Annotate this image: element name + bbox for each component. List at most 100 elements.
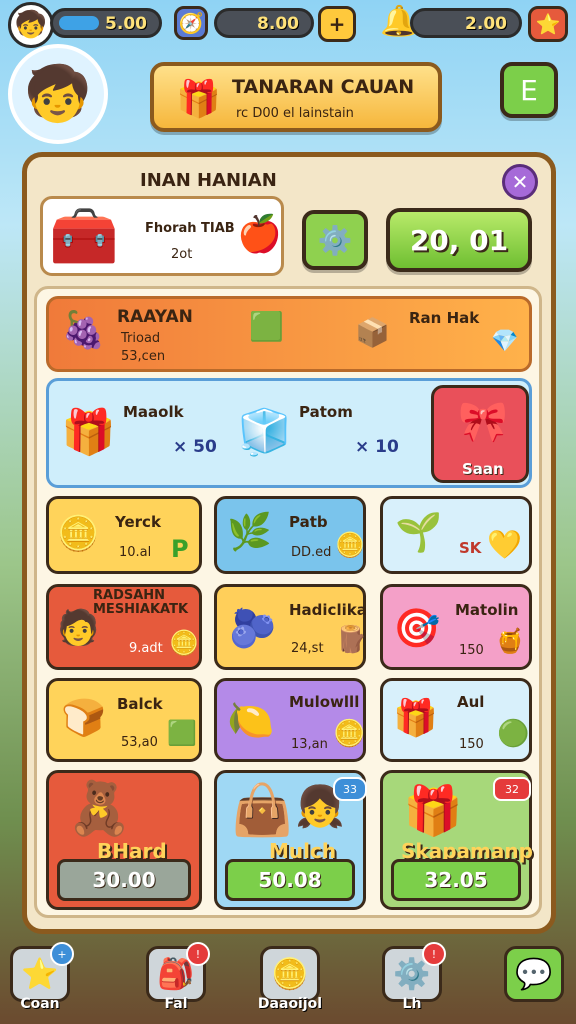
grid-1-label: Yerck xyxy=(115,513,161,531)
bread-icon: 🍞 xyxy=(61,698,106,739)
top-bar: 🧒 5.00 🧭 8.00 + 🔔 2.00 ⭐ xyxy=(0,0,576,48)
row2-item2-label: Patom xyxy=(299,403,353,421)
add-resource-button[interactable]: + xyxy=(318,6,356,42)
nav-coin-button[interactable]: 🪙 xyxy=(260,946,320,1002)
grid-cell-4[interactable]: 🧑 RADSAHN MESHIAKATK 9.adt 🪙 xyxy=(46,584,202,670)
grid-6-label: Matolin xyxy=(455,601,519,619)
grid-8-label: Mulowlll xyxy=(289,693,360,711)
treasure-chest-icon: 🧰 xyxy=(49,204,119,269)
map-icon[interactable]: 🧭 xyxy=(174,6,208,40)
leaf-box-icon: 🌿 xyxy=(227,512,272,553)
grid-6-value: 150 xyxy=(459,643,484,658)
gold-coin-icon: 🪙 xyxy=(335,531,365,559)
grid-1-extra: P xyxy=(171,535,189,563)
grid-cell-8[interactable]: 🍋 Mulowlll 13,an 🪙 xyxy=(214,678,366,762)
grid-cell-2[interactable]: 🌿 Patb DD.ed 🪙 xyxy=(214,496,366,574)
grid-cell-1[interactable]: 🪙 Yerck 10.al P xyxy=(46,496,202,574)
lime-coin-icon: 🟢 xyxy=(497,719,530,749)
shop-1-price-button[interactable]: 30.00 xyxy=(57,859,191,901)
token-coin-icon: 🪙 xyxy=(333,719,366,749)
row1-title: RAAYAN xyxy=(117,307,193,327)
grid-cell-9[interactable]: 🎁 Aul 150 🟢 xyxy=(380,678,532,762)
blue-orb-icon: 🫐 xyxy=(229,606,277,650)
resource-bar-2: 8.00 xyxy=(214,8,314,38)
gift-box-icon: 🎁 xyxy=(393,698,438,739)
row1-sub1: Trioad xyxy=(121,331,161,346)
coin-icon: 🪙 xyxy=(57,514,100,554)
nav-4-label: Lh xyxy=(402,996,422,1012)
row-banner-2: 🎁 Maaolk × 50 🧊 Patom × 10 🎀 Saan xyxy=(46,378,532,488)
menu-button[interactable]: E xyxy=(500,62,558,118)
row2-action-label: Saan xyxy=(462,460,504,478)
row-banner-1[interactable]: 🍇 RAAYAN Trioad 53,cen 🟩 📦 Ran Hak 💎 xyxy=(46,296,532,372)
row1-right-label: Ran Hak xyxy=(409,309,480,327)
settings-gear-button[interactable]: ⚙️ xyxy=(302,210,368,270)
diamond-icon: 💎 xyxy=(491,329,519,354)
nav-3-label: Daaoijol xyxy=(257,996,323,1012)
nav-gear-badge: ! xyxy=(422,942,446,966)
grid-4-label: RADSAHN MESHIAKATK xyxy=(93,588,189,618)
shop-3-price-button[interactable]: 32.05 xyxy=(391,859,521,901)
grid-7-label: Balck xyxy=(117,695,163,713)
grid-8-value: 13,an xyxy=(291,737,328,752)
row2-item1-label: Maaolk xyxy=(123,403,184,421)
present-icon: 🎁 xyxy=(403,783,463,839)
grid-5-value: 24,st xyxy=(291,641,324,656)
row1-sub2: 53,cen xyxy=(121,349,166,364)
bag-icon: 👜 xyxy=(231,781,294,839)
shop-2-price-button[interactable]: 50.08 xyxy=(225,859,355,901)
sprout-icon: 🌱 xyxy=(395,510,443,554)
grid-4-value: 9.adt xyxy=(129,641,163,656)
crate-icon: 🎁 xyxy=(61,407,116,458)
row2-item1-value: × 50 xyxy=(173,437,217,457)
info-card: 🧰 Fhorah TIAB 2ot 🍎 xyxy=(40,196,284,276)
resource-bar-1: 5.00 xyxy=(50,8,162,38)
bronze-coin-icon: 🪙 xyxy=(169,629,199,657)
player-avatar-small[interactable]: 🧒 xyxy=(8,2,54,48)
quest-banner[interactable]: 🎁 TANARAN CAUAN rc D00 el lainstain xyxy=(150,62,442,132)
nav-star-badge: + xyxy=(50,942,74,966)
grid-1-value: 10.al xyxy=(119,545,152,560)
grid-cell-3[interactable]: 🌱 SK 💛 xyxy=(380,496,532,574)
resource-bar-1-fill xyxy=(59,16,99,30)
grid-2-value: DD.ed xyxy=(291,545,332,560)
grid-3-value: SK xyxy=(459,539,482,557)
wood-icon: 🪵 xyxy=(335,625,368,655)
gift-icon: 🎁 xyxy=(176,79,221,120)
shop-3-badge: 32 xyxy=(493,777,531,801)
resource-3-value: 2.00 xyxy=(465,14,507,34)
nav-chat-button[interactable]: 💬 xyxy=(504,946,564,1002)
apple-icon: 🍎 xyxy=(237,214,282,255)
resource-2-value: 8.00 xyxy=(257,14,299,34)
info-value: 2ot xyxy=(171,247,193,262)
grid-cell-7[interactable]: 🍞 Balck 53,a0 🟩 xyxy=(46,678,202,762)
green-box-icon: 🟩 xyxy=(167,719,197,747)
shop-item-2[interactable]: 👜 👧 33 Mulch 50.08 xyxy=(214,770,367,910)
shop-item-3[interactable]: 🎁 32 Skapamanp 32.05 xyxy=(380,770,533,910)
bow-icon: 🎀 xyxy=(458,399,508,445)
grid-cell-6[interactable]: 🎯 Matolin 150 🍯 xyxy=(380,584,532,670)
nav-2-label: Fal xyxy=(164,996,188,1012)
heart-icon: 💛 xyxy=(487,528,522,561)
close-icon[interactable]: ✕ xyxy=(502,164,538,200)
row2-action-button[interactable]: 🎀 Saan xyxy=(431,385,529,483)
row2-item2-value: × 10 xyxy=(355,437,399,457)
star-icon[interactable]: ⭐ xyxy=(528,6,568,42)
banner-subtitle: rc D00 el lainstain xyxy=(236,106,354,121)
nav-shop-badge: ! xyxy=(186,942,210,966)
grid-9-value: 150 xyxy=(459,737,484,752)
score-button[interactable]: 20, 01 xyxy=(386,208,532,272)
info-name: Fhorah TIAB xyxy=(145,221,235,236)
shop-2-badge: 33 xyxy=(333,777,367,801)
grid-9-label: Aul xyxy=(457,693,485,711)
grid-7-value: 53,a0 xyxy=(121,735,158,750)
grid-cell-5[interactable]: 🫐 Hadiclika 24,st 🪵 xyxy=(214,584,368,670)
player-avatar[interactable]: 🧒 xyxy=(8,44,108,144)
resource-bar-3: 2.00 xyxy=(410,8,522,38)
purple-box-icon: 📦 xyxy=(355,316,390,349)
blue-crate-icon: 🧊 xyxy=(237,407,292,458)
nav-1-label: Coan xyxy=(20,996,60,1012)
shop-item-1[interactable]: 🧸 BHard 30.00 xyxy=(46,770,202,910)
toy-crate-icon: 🧸 xyxy=(67,779,132,839)
resource-1-value: 5.00 xyxy=(105,14,147,34)
